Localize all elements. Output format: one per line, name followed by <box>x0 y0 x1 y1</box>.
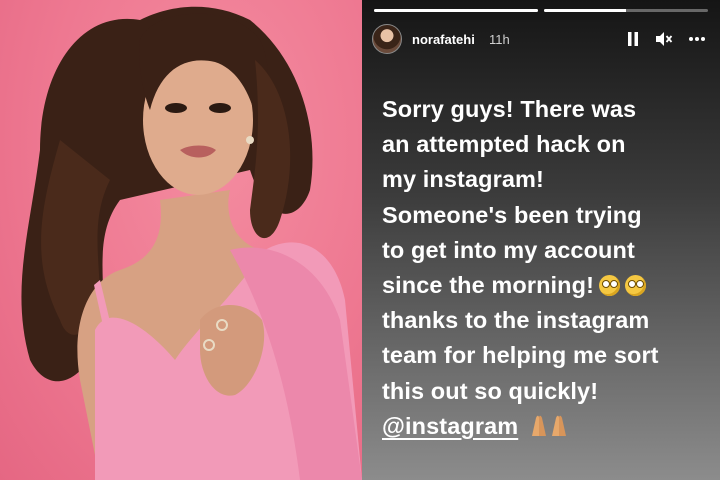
caption-line: this out so quickly! <box>382 377 599 404</box>
caption-line: an attempted hack on <box>382 131 626 158</box>
caption-text: since the morning! <box>382 272 595 299</box>
timestamp: 11h <box>489 32 510 47</box>
username[interactable]: norafatehi <box>412 32 475 47</box>
avatar[interactable] <box>372 24 402 54</box>
pause-icon <box>628 32 638 46</box>
pause-button[interactable] <box>622 28 644 50</box>
caption-line: to get into my account <box>382 236 635 263</box>
rolling-eyes-emoji-icon <box>625 275 647 297</box>
caption-line-mention: @instagram <box>382 409 712 444</box>
portrait-image <box>21 6 362 480</box>
progress-segment <box>374 9 538 12</box>
mute-button[interactable] <box>653 28 675 50</box>
flushed-face-emoji-icon <box>599 275 621 297</box>
mention-link[interactable]: @instagram <box>382 413 518 439</box>
more-options-button[interactable] <box>686 28 708 50</box>
folded-hands-icon <box>532 415 567 436</box>
caption-line: Sorry guys! There was <box>382 96 637 122</box>
caption-line: thanks to the instagram <box>382 307 650 334</box>
story-header: norafatehi 11h <box>372 24 710 56</box>
caption-line-with-emoji: since the morning! <box>382 268 712 303</box>
speaker-muted-icon <box>656 32 673 46</box>
caption-line: team for helping me sort <box>382 342 659 369</box>
story-photo <box>0 0 362 480</box>
progress-segment <box>544 9 708 12</box>
story-caption: Sorry guys! There was an attempted hack … <box>382 92 712 444</box>
story-progress <box>374 9 708 12</box>
caption-line: Someone's been trying <box>382 201 642 228</box>
more-horizontal-icon <box>689 37 705 41</box>
caption-line: my instagram! <box>382 166 544 193</box>
story-panel[interactable]: norafatehi 11h Sorry guys! There was an … <box>362 0 720 480</box>
